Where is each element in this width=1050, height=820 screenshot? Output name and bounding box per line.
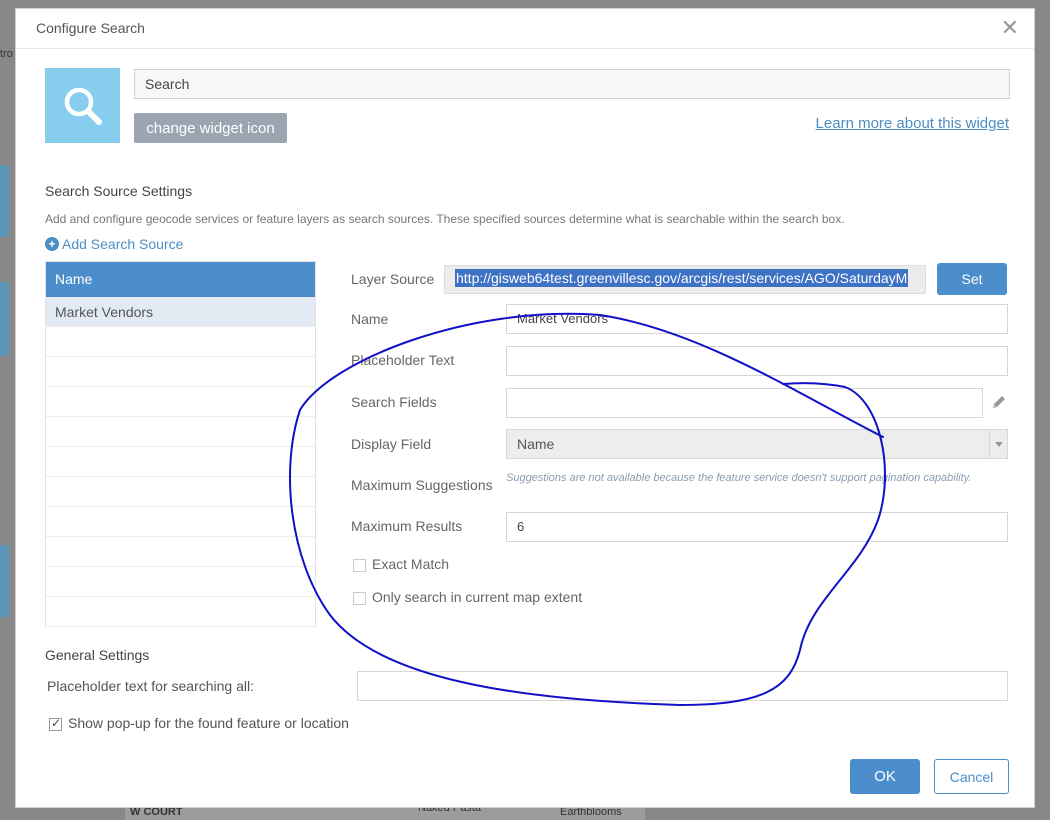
placeholder-text-label: Placeholder Text [351,352,455,368]
name-label: Name [351,311,389,327]
map-panel-tab [0,165,9,237]
map-panel-tab [0,282,9,356]
source-list-empty-row [46,357,315,387]
add-search-source-button[interactable]: + Add Search Source [45,236,183,252]
placeholder-all-input[interactable] [357,671,1008,701]
dialog-title: Configure Search [36,20,145,36]
show-popup-checkbox[interactable] [49,716,62,731]
show-popup-label: Show pop-up for the found feature or loc… [68,715,349,731]
source-list-empty-row [46,447,315,477]
source-list-empty-row [46,417,315,447]
general-settings-title: General Settings [45,647,150,663]
source-name-input[interactable]: Market Vendors [506,304,1008,334]
plus-icon: + [45,237,59,251]
title-divider [16,48,1034,49]
current-extent-checkbox[interactable] [353,592,366,605]
map-text: tro [0,48,13,60]
search-source-list: Name Market Vendors [45,261,316,627]
display-field-select[interactable]: Name [506,429,1008,459]
search-source-settings-title: Search Source Settings [45,183,193,199]
source-list-empty-row [46,537,315,567]
search-source-description: Add and configure geocode services or fe… [45,212,845,226]
search-icon [64,87,102,125]
search-fields-label: Search Fields [351,394,437,410]
ok-button[interactable]: OK [850,759,920,794]
add-search-source-label: Add Search Source [62,236,184,252]
close-icon[interactable]: ✕ [1001,17,1019,39]
current-extent-label: Only search in current map extent [372,589,583,605]
maximum-results-input[interactable]: 6 [506,512,1008,542]
pencil-icon[interactable] [990,393,1008,411]
widget-name-input[interactable] [134,69,1010,99]
layer-source-field[interactable]: http://gisweb64test.greenvillesc.gov/arc… [444,265,926,294]
map-panel-tab [0,545,9,617]
source-list-empty-row [46,477,315,507]
maximum-suggestions-hint: Suggestions are not available because th… [506,472,972,484]
source-list-empty-row [46,597,315,627]
display-field-label: Display Field [351,436,432,452]
set-button[interactable]: Set [937,263,1007,295]
change-widget-icon-button[interactable]: change widget icon [134,113,287,143]
exact-match-label: Exact Match [372,556,450,572]
chevron-down-icon [989,430,1007,458]
configure-search-dialog: Configure Search ✕ change widget icon Le… [15,8,1035,808]
source-list-item[interactable]: Market Vendors [46,297,315,327]
placeholder-all-label: Placeholder text for searching all: [47,678,254,694]
layer-source-url: http://gisweb64test.greenvillesc.gov/arc… [455,269,909,287]
display-field-value: Name [517,436,555,452]
learn-more-link[interactable]: Learn more about this widget [816,115,1009,132]
cancel-button[interactable]: Cancel [934,759,1009,794]
widget-icon-preview [45,68,120,143]
search-fields-input[interactable] [506,388,983,418]
layer-source-label: Layer Source [351,271,435,287]
maximum-results-label: Maximum Results [351,518,463,534]
source-list-header: Name [46,262,315,297]
source-list-empty-row [46,567,315,597]
placeholder-text-input[interactable] [506,346,1008,376]
source-list-empty-row [46,327,315,357]
exact-match-checkbox[interactable] [353,559,366,572]
maximum-suggestions-label: Maximum Suggestions [351,477,493,493]
source-list-empty-row [46,507,315,537]
source-list-empty-row [46,387,315,417]
